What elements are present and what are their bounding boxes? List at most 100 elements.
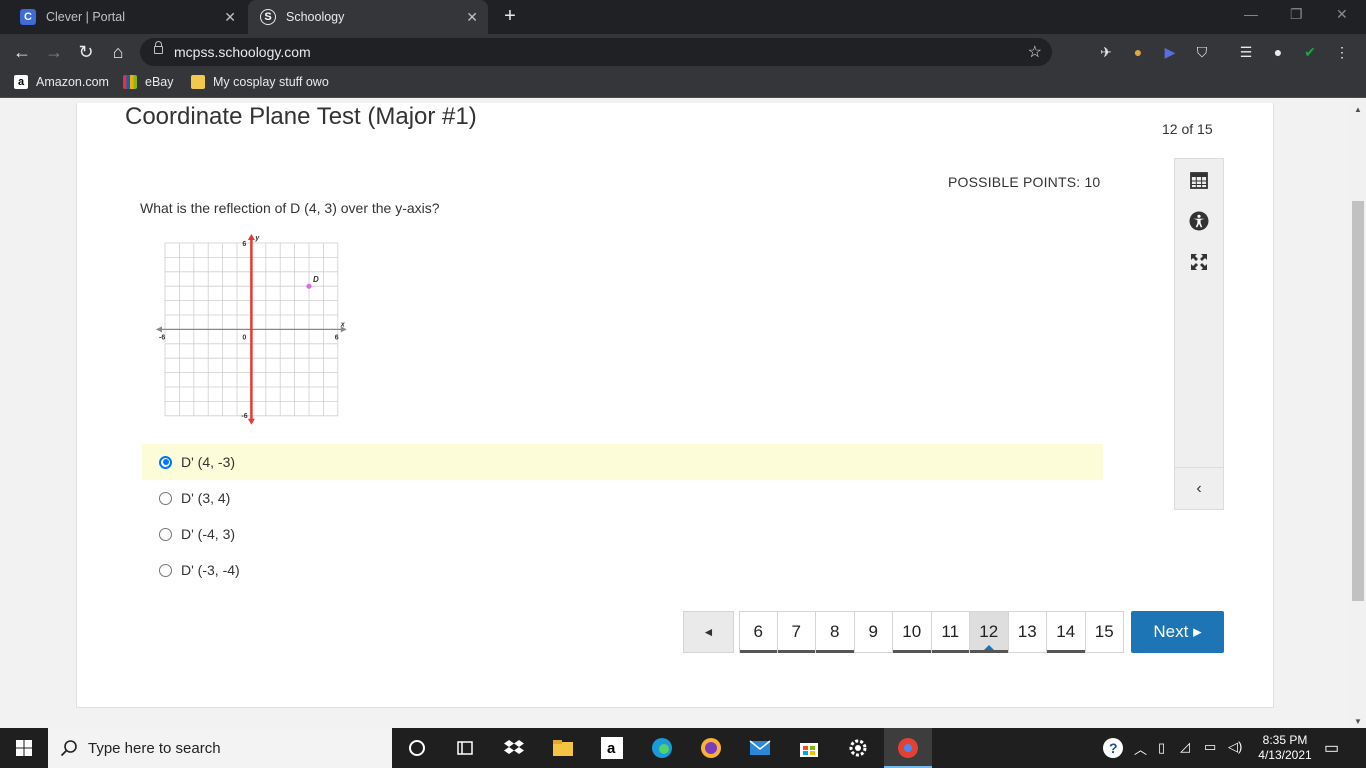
page-button-7[interactable]: 7 xyxy=(777,611,816,653)
extension-shield-icon[interactable]: ⛉ xyxy=(1192,42,1212,62)
windows-start-icon[interactable] xyxy=(0,728,48,768)
taskbar-clock[interactable]: 8:35 PM 4/13/2021 xyxy=(1258,733,1312,763)
page-button-11[interactable]: 11 xyxy=(931,611,970,653)
bookmark-label: My cosplay stuff owo xyxy=(213,75,329,89)
answer-option-4[interactable]: D' (-3, -4) xyxy=(142,552,1103,588)
question-counter: 12 of 15 xyxy=(1162,121,1213,137)
store-icon[interactable] xyxy=(797,736,821,760)
scroll-up-icon[interactable]: ▲ xyxy=(1354,105,1362,114)
bookmark-label: Amazon.com xyxy=(36,75,109,89)
back-icon[interactable]: ← xyxy=(11,41,33,63)
tools-panel: ‹ xyxy=(1174,158,1224,510)
question-text: What is the reflection of D (4, 3) over … xyxy=(140,200,440,216)
clock-time: 8:35 PM xyxy=(1262,733,1308,747)
close-tab-icon[interactable]: ✕ xyxy=(466,9,478,26)
tab-title: Clever | Portal xyxy=(46,10,125,24)
scroll-down-icon[interactable]: ▼ xyxy=(1354,717,1362,726)
windows-taskbar: Type here to search a ? ︿ ▯ ◿ ▭ ◁) 8:35 … xyxy=(0,728,1366,768)
reload-icon[interactable]: ↻ xyxy=(75,41,97,63)
page-button-14[interactable]: 14 xyxy=(1047,611,1086,653)
collapse-panel-chevron-icon[interactable]: ‹ xyxy=(1175,467,1223,509)
page-button-12[interactable]: 12 xyxy=(970,611,1009,653)
answer-option-3[interactable]: D' (-4, 3) xyxy=(142,516,1103,552)
tab-clever-portal[interactable]: C Clever | Portal ✕ xyxy=(8,0,246,34)
calendar-icon[interactable] xyxy=(1188,169,1210,191)
x-max-label: 6 xyxy=(335,334,339,341)
answer-option-2[interactable]: D' (3, 4) xyxy=(142,480,1103,516)
notifications-icon[interactable]: ▭ xyxy=(1324,738,1339,758)
browser-tab-bar: C Clever | Portal ✕ S Schoology ✕ + — ❐ … xyxy=(0,0,1366,34)
reading-list-icon[interactable]: ☰ xyxy=(1236,42,1256,62)
security-check-icon[interactable]: ✔ xyxy=(1300,42,1320,62)
origin-label: 0 xyxy=(242,334,246,341)
scrollbar-thumb[interactable] xyxy=(1352,201,1364,601)
bookmark-star-icon[interactable]: ☆ xyxy=(1028,42,1042,62)
y-max-label: 6 xyxy=(242,241,246,248)
chrome-active-icon[interactable] xyxy=(884,728,932,768)
restore-icon[interactable]: ❐ xyxy=(1290,6,1303,23)
x-axis-label: x xyxy=(340,321,346,328)
point-d-label: D xyxy=(313,275,319,284)
point-d xyxy=(306,283,312,289)
mail-icon[interactable] xyxy=(748,736,772,760)
bookmark-folder-cosplay[interactable]: My cosplay stuff owo xyxy=(191,75,329,89)
answer-radio[interactable] xyxy=(159,491,172,505)
lock-icon xyxy=(154,41,163,54)
device-icon[interactable]: ▯ xyxy=(1158,740,1165,756)
clock-date: 4/13/2021 xyxy=(1258,748,1312,762)
network-icon[interactable]: ◿ xyxy=(1180,739,1190,755)
cortana-icon[interactable] xyxy=(405,736,429,760)
page-button-8[interactable]: 8 xyxy=(816,611,855,653)
tab-schoology[interactable]: S Schoology ✕ xyxy=(248,0,488,34)
y-axis-label: y xyxy=(254,235,260,242)
page-button-9[interactable]: 9 xyxy=(854,611,893,653)
close-window-icon[interactable]: ✕ xyxy=(1336,6,1348,23)
brave-browser-icon[interactable] xyxy=(699,736,723,760)
ebay-icon xyxy=(123,75,137,89)
extension-airplane-icon[interactable]: ✈ xyxy=(1096,42,1116,62)
extension-play-icon[interactable]: ▶ xyxy=(1160,42,1180,62)
answer-radio[interactable] xyxy=(159,527,172,541)
edge-browser-icon[interactable] xyxy=(650,736,674,760)
next-button[interactable]: Next ▸ xyxy=(1131,611,1224,653)
possible-points: POSSIBLE POINTS: 10 xyxy=(948,174,1101,190)
y-axis-arrow-top xyxy=(247,234,255,240)
search-placeholder: Type here to search xyxy=(88,739,221,757)
new-tab-button[interactable]: + xyxy=(500,6,520,26)
minimize-icon[interactable]: — xyxy=(1244,6,1258,22)
bookmark-amazon[interactable]: a Amazon.com xyxy=(14,75,109,89)
extension-avatar-icon[interactable]: ● xyxy=(1128,42,1148,62)
page-scrollbar[interactable]: ▲ ▼ xyxy=(1350,103,1366,728)
forward-icon[interactable]: → xyxy=(43,41,65,63)
bookmark-ebay[interactable]: eBay xyxy=(123,75,174,89)
bookmarks-bar: a Amazon.com eBay My cosplay stuff owo xyxy=(0,70,1366,98)
page-button-6[interactable]: 6 xyxy=(739,611,778,653)
home-icon[interactable]: ⌂ xyxy=(107,41,129,63)
task-view-icon[interactable] xyxy=(453,736,477,760)
help-icon[interactable]: ? xyxy=(1101,736,1125,760)
page-button-15[interactable]: 15 xyxy=(1085,611,1124,653)
page-button-13[interactable]: 13 xyxy=(1008,611,1047,653)
x-min-label: -6 xyxy=(159,334,165,341)
volume-icon[interactable]: ◁) xyxy=(1228,739,1242,755)
page-button-10[interactable]: 10 xyxy=(893,611,932,653)
show-hidden-icons-chevron-icon[interactable]: ︿ xyxy=(1134,739,1147,758)
previous-question-button[interactable]: ◄ xyxy=(683,611,734,653)
browser-toolbar: ← → ↻ ⌂ mcpss.schoology.com ☆ ✈ ● ▶ ⛉ ☰ … xyxy=(0,34,1366,70)
accessibility-icon[interactable] xyxy=(1188,210,1210,232)
amazon-app-icon[interactable]: a xyxy=(600,736,624,760)
answer-radio-selected[interactable] xyxy=(159,455,172,469)
address-bar[interactable]: mcpss.schoology.com ☆ xyxy=(140,38,1052,66)
settings-gear-icon[interactable] xyxy=(846,736,870,760)
taskbar-search-box[interactable]: Type here to search xyxy=(48,728,392,768)
fullscreen-icon[interactable] xyxy=(1188,251,1210,273)
close-tab-icon[interactable]: ✕ xyxy=(224,9,236,26)
menu-dots-icon[interactable]: ⋮ xyxy=(1332,42,1352,62)
file-explorer-icon[interactable] xyxy=(551,736,575,760)
profile-icon[interactable]: ● xyxy=(1268,42,1288,62)
answer-radio[interactable] xyxy=(159,563,172,577)
dropbox-icon[interactable] xyxy=(502,736,526,760)
answer-option-1[interactable]: D' (4, -3) xyxy=(142,444,1103,480)
y-axis-arrow-bottom xyxy=(247,418,255,425)
battery-icon[interactable]: ▭ xyxy=(1204,739,1216,755)
